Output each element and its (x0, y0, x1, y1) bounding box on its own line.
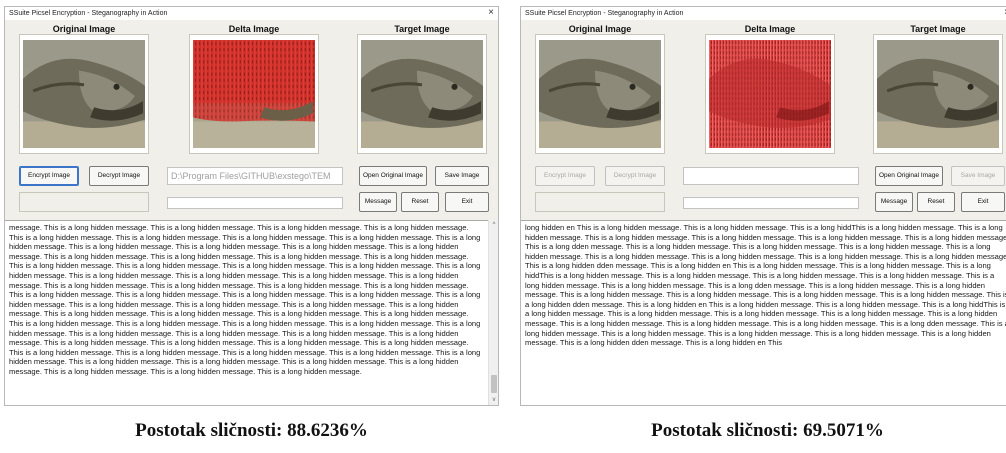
original-image (23, 40, 145, 148)
open-original-image-button[interactable]: Open Original Image (875, 166, 943, 186)
window-title: SSuite Picsel Encryption - Steganography… (9, 10, 168, 17)
app-window-1: SSuite Picsel Encryption - Steganography… (4, 6, 499, 406)
message-scrollbar[interactable]: ^ v (488, 220, 498, 405)
file-path-field[interactable]: D:\Program Files\GITHUB\exstego\TEM (167, 167, 343, 185)
reset-button[interactable]: Reset (401, 192, 439, 212)
close-icon[interactable]: × (488, 7, 494, 19)
reset-button[interactable]: Reset (917, 192, 955, 212)
delta-image (193, 40, 315, 148)
control-panel: Original Image Delta Image Target Image … (5, 20, 498, 220)
similarity-caption-2: Postotak sličnosti: 69.5071% (651, 420, 884, 441)
title-bar: SSuite Picsel Encryption - Steganography… (521, 7, 1006, 20)
scroll-up-icon[interactable]: ^ (489, 220, 499, 230)
status-box (19, 192, 149, 212)
exit-button[interactable]: Exit (445, 192, 489, 212)
save-image-button[interactable]: Save Image (435, 166, 489, 186)
delta-image (709, 40, 831, 148)
save-image-button[interactable]: Save Image (951, 166, 1005, 186)
app-window-2: SSuite Picsel Encryption - Steganography… (520, 6, 1006, 406)
exit-button[interactable]: Exit (961, 192, 1005, 212)
target-image (361, 40, 483, 148)
status-box (535, 192, 665, 212)
open-original-image-button[interactable]: Open Original Image (359, 166, 427, 186)
message-button[interactable]: Message (359, 192, 397, 212)
target-image (877, 40, 999, 148)
original-image-group: Original Image (535, 24, 665, 154)
scroll-down-icon[interactable]: v (489, 395, 499, 405)
message-button[interactable]: Message (875, 192, 913, 212)
encrypt-image-button[interactable]: Encrypt Image (19, 166, 79, 186)
target-image-group: Target Image (357, 24, 487, 154)
original-image-group: Original Image (19, 24, 149, 154)
delta-image-group: Delta Image (189, 24, 319, 154)
delta-image-group: Delta Image (705, 24, 835, 154)
file-path-field[interactable] (683, 167, 859, 185)
control-panel: Original Image Delta Image Target Image … (521, 20, 1006, 220)
message-textarea[interactable]: long hidden en This is a long hidden mes… (521, 220, 1006, 405)
similarity-caption-1: Postotak sličnosti: 88.6236% (135, 420, 368, 441)
decrypt-image-button[interactable]: Decrypt Image (89, 166, 149, 186)
message-textarea[interactable]: message. This is a long hidden message. … (5, 220, 498, 405)
target-image-group: Target Image (873, 24, 1003, 154)
decrypt-image-button[interactable]: Decrypt Image (605, 166, 665, 186)
progress-field (683, 197, 859, 209)
progress-field (167, 197, 343, 209)
scroll-thumb[interactable] (491, 375, 497, 393)
title-bar: SSuite Picsel Encryption - Steganography… (5, 7, 498, 20)
window-title: SSuite Picsel Encryption - Steganography… (525, 10, 684, 17)
encrypt-image-button[interactable]: Encrypt Image (535, 166, 595, 186)
original-image (539, 40, 661, 148)
